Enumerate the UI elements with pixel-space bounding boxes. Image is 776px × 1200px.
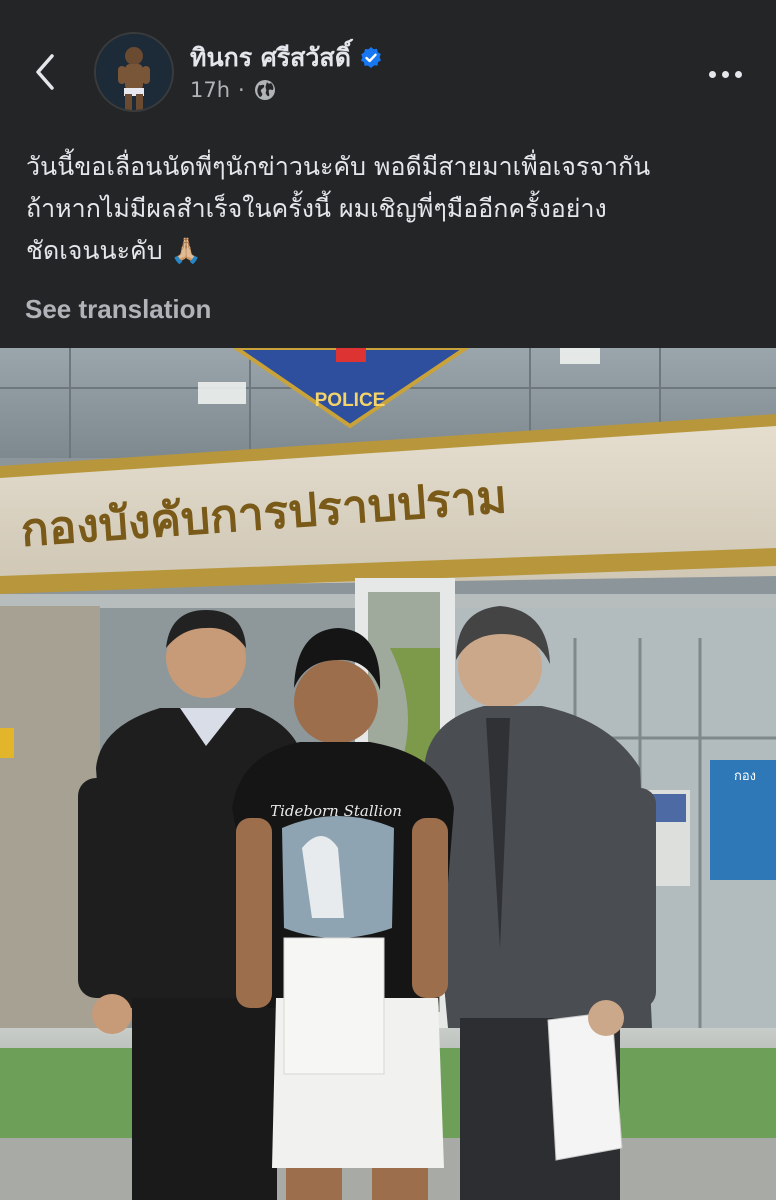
- more-dot-icon: [721, 70, 729, 78]
- post-header: ทินกร ศรีสวัสดิ์ 17h ·: [0, 0, 776, 140]
- post-text-line: ถ้าหากไม่มีผลสำเร็จในครั้งนี้ ผมเชิญพี่ๆ…: [26, 194, 607, 223]
- more-dot-icon: [708, 70, 716, 78]
- back-button[interactable]: [22, 48, 70, 96]
- globe-icon: [254, 80, 275, 100]
- author-row: ทินกร ศรีสวัสดิ์: [190, 38, 383, 78]
- post-photo[interactable]: POLICE กองบังคับการปราบปราม กอง Tideborn…: [0, 348, 776, 1200]
- author-name[interactable]: ทินกร ศรีสวัสดิ์: [190, 38, 351, 78]
- police-badge-text: POLICE: [315, 390, 386, 411]
- post-text-line: วันนี้ขอเลื่อนนัดพี่ๆนักข่าวนะคับ พอดีมี…: [26, 152, 651, 181]
- post-meta: 17h ·: [190, 78, 277, 102]
- avatar[interactable]: [96, 34, 172, 110]
- post-text-line-content: ชัดเจนนะคับ: [26, 236, 163, 265]
- kiosk-text: กอง: [734, 769, 756, 784]
- photo-scene: POLICE กองบังคับการปราบปราม กอง Tideborn…: [0, 348, 776, 1200]
- meta-separator: ·: [238, 78, 245, 102]
- more-dot-icon: [734, 70, 742, 78]
- shirt-text: Tideborn Stallion: [270, 802, 402, 820]
- post-text-line-last: ชัดเจนนะคับ 🙏🏼: [26, 230, 756, 272]
- verified-badge-icon: [360, 47, 381, 68]
- see-translation-link[interactable]: See translation: [25, 294, 211, 325]
- avatar-image: [96, 34, 172, 110]
- pray-emoji: 🙏🏼: [170, 236, 202, 265]
- chevron-left-icon: [36, 54, 54, 90]
- more-options-button[interactable]: [700, 56, 750, 92]
- post-time[interactable]: 17h: [190, 78, 230, 102]
- post-text: วันนี้ขอเลื่อนนัดพี่ๆนักข่าวนะคับ พอดีมี…: [26, 146, 756, 272]
